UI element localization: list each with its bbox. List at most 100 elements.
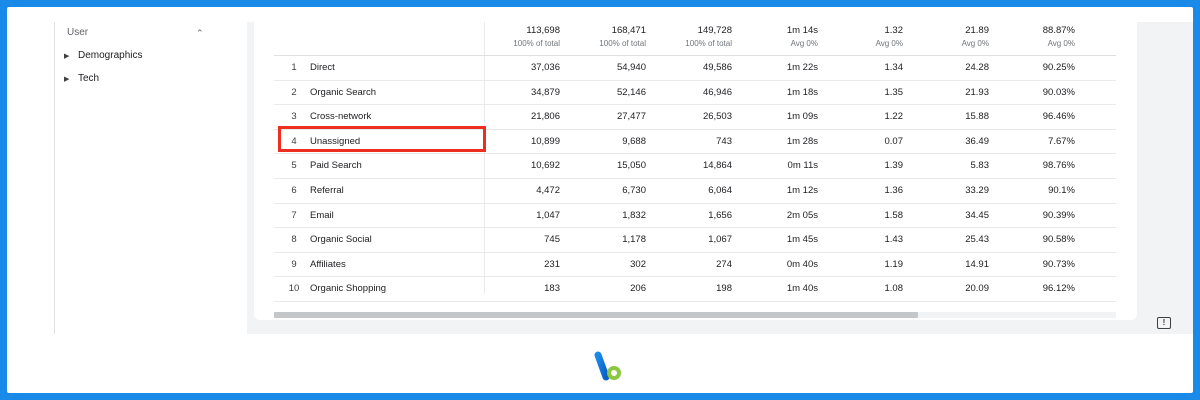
cell-value: 1,656 xyxy=(708,209,732,221)
table-row[interactable]: 8 Organic Social 745 1,178 1,067 1m 45s 1.43 25… xyxy=(274,228,1116,253)
cell-value: 1m 12s xyxy=(786,184,818,196)
row-index: 9 xyxy=(291,258,297,270)
cell-value: 9,688 xyxy=(622,135,646,147)
row-index: 5 xyxy=(291,160,297,172)
cell-value: 46,946 xyxy=(702,86,732,98)
total-sub: 100% of total xyxy=(685,39,732,48)
cell-value: 26,503 xyxy=(702,111,732,123)
total-sub: 100% of total xyxy=(513,39,560,48)
sidebar-section-user[interactable]: User xyxy=(67,27,88,38)
table-row[interactable]: 1 Direct 37,036 54,940 49,586 1m 22s 1.34 24.28… xyxy=(274,56,1116,81)
cell-value: 90.58% xyxy=(1042,234,1075,246)
total-cell: 113,698 100% of total xyxy=(470,25,560,51)
channel-name: Email xyxy=(310,209,334,221)
cell-value: 0m 11s xyxy=(787,160,818,172)
total-value: 149,728 xyxy=(697,25,732,36)
cell-value: 90.39% xyxy=(1042,209,1075,221)
cell-value: 24.28 xyxy=(965,62,989,73)
row-index: 8 xyxy=(291,234,297,246)
total-value: 88.87% xyxy=(1042,25,1075,36)
total-sub: Avg 0% xyxy=(961,39,989,48)
cell-value: 14,864 xyxy=(702,160,732,172)
row-index: 1 xyxy=(291,62,297,73)
sidebar-item-demographics[interactable]: ▶ Demographics xyxy=(64,50,142,61)
cell-value: 96.46% xyxy=(1042,111,1075,123)
chevron-up-icon[interactable]: ⌃ xyxy=(196,28,204,39)
cell-value: 34,879 xyxy=(530,86,560,98)
cell-value: 33.29 xyxy=(965,184,989,196)
channel-name: Direct xyxy=(310,62,335,73)
row-index: 6 xyxy=(291,184,297,196)
cell-value: 90.1% xyxy=(1048,184,1075,196)
row-index: 7 xyxy=(291,209,297,221)
brand-logo-icon xyxy=(594,351,621,381)
row-index: 3 xyxy=(291,111,297,123)
cell-value: 21,806 xyxy=(530,111,560,123)
table-row[interactable]: 9 Affiliates 231 302 274 0m 40s 1.19 14.91 90.73… xyxy=(274,253,1116,278)
cell-value: 1m 22s xyxy=(786,62,818,73)
total-cell: 168,471 100% of total xyxy=(556,25,646,51)
sidebar-divider xyxy=(54,22,55,334)
cell-value: 1.34 xyxy=(884,62,904,73)
cell-value: 2m 05s xyxy=(786,209,818,221)
cell-value: 14.91 xyxy=(965,258,989,270)
cell-value: 6,730 xyxy=(622,184,646,196)
cell-value: 183 xyxy=(544,283,560,295)
cell-value: 37,036 xyxy=(530,62,560,73)
scrollbar-thumb[interactable] xyxy=(274,312,918,318)
cell-value: 274 xyxy=(716,258,732,270)
total-sub: Avg 0% xyxy=(790,39,818,48)
cell-value: 745 xyxy=(544,234,560,246)
sidebar-item-label: Demographics xyxy=(78,50,143,61)
report-card: 113,698 100% of total 168,471 100% of tota… xyxy=(254,22,1137,320)
total-cell: 1m 14s Avg 0% xyxy=(728,25,818,51)
cell-value: 52,146 xyxy=(616,86,646,98)
cell-value: 34.45 xyxy=(965,209,989,221)
total-value: 1m 14s xyxy=(786,25,818,36)
cell-value: 10,899 xyxy=(530,135,560,147)
cell-value: 6,064 xyxy=(708,184,732,196)
table-row[interactable]: 7 Email 1,047 1,832 1,656 2m 05s 1.58 34.45 90.3… xyxy=(274,204,1116,229)
cell-value: 1.36 xyxy=(884,184,904,196)
cell-value: 0.07 xyxy=(884,135,904,147)
cell-value: 1.22 xyxy=(884,111,904,123)
cell-value: 90.03% xyxy=(1042,86,1075,98)
cell-value: 20.09 xyxy=(965,283,989,295)
caret-right-icon: ▶ xyxy=(64,76,70,83)
cell-value: 15.88 xyxy=(965,111,989,123)
row-index: 2 xyxy=(291,86,297,98)
sidebar-item-tech[interactable]: ▶ Tech xyxy=(64,73,99,84)
channel-name: Paid Search xyxy=(310,160,362,172)
caret-right-icon: ▶ xyxy=(64,53,70,60)
cell-value: 1m 18s xyxy=(786,86,818,98)
cell-value: 90.73% xyxy=(1042,258,1075,270)
horizontal-scrollbar[interactable] xyxy=(274,312,1116,318)
table-row[interactable]: 2 Organic Search 34,879 52,146 46,946 1m 18s 1… xyxy=(274,81,1116,106)
cell-value: 1.39 xyxy=(884,160,904,172)
cell-value: 1m 40s xyxy=(786,283,818,295)
cell-value: 4,472 xyxy=(536,184,560,196)
row-index: 10 xyxy=(288,283,300,295)
cell-value: 10,692 xyxy=(530,160,560,172)
cell-value: 1,047 xyxy=(536,209,560,221)
cell-value: 7.67% xyxy=(1048,135,1075,147)
totals-row: 113,698 100% of total 168,471 100% of tota… xyxy=(274,22,1116,56)
highlight-box xyxy=(278,126,486,152)
cell-value: 90.25% xyxy=(1042,62,1075,73)
channel-name: Affiliates xyxy=(310,258,346,270)
cell-value: 206 xyxy=(630,283,646,295)
cell-value: 1m 28s xyxy=(786,135,818,147)
channel-name: Cross-network xyxy=(310,111,372,123)
cell-value: 1.08 xyxy=(884,283,904,295)
cell-value: 302 xyxy=(630,258,646,270)
total-sub: Avg 0% xyxy=(875,39,903,48)
table-row[interactable]: 5 Paid Search 10,692 15,050 14,864 0m 11s 1.39… xyxy=(274,154,1116,179)
cell-value: 1m 09s xyxy=(786,111,818,123)
data-table: 113,698 100% of total 168,471 100% of tota… xyxy=(274,22,1116,302)
feedback-icon[interactable]: ! xyxy=(1157,317,1171,329)
table-row[interactable]: 6 Referral 4,472 6,730 6,064 1m 12s 1.36 33.29 9… xyxy=(274,179,1116,204)
total-value: 113,698 xyxy=(526,25,560,36)
cell-value: 36.49 xyxy=(965,135,989,147)
total-sub: Avg 0% xyxy=(1047,39,1075,48)
table-row[interactable]: 10 Organic Shopping 183 206 198 1m 40s 1.08 20.… xyxy=(274,277,1116,302)
